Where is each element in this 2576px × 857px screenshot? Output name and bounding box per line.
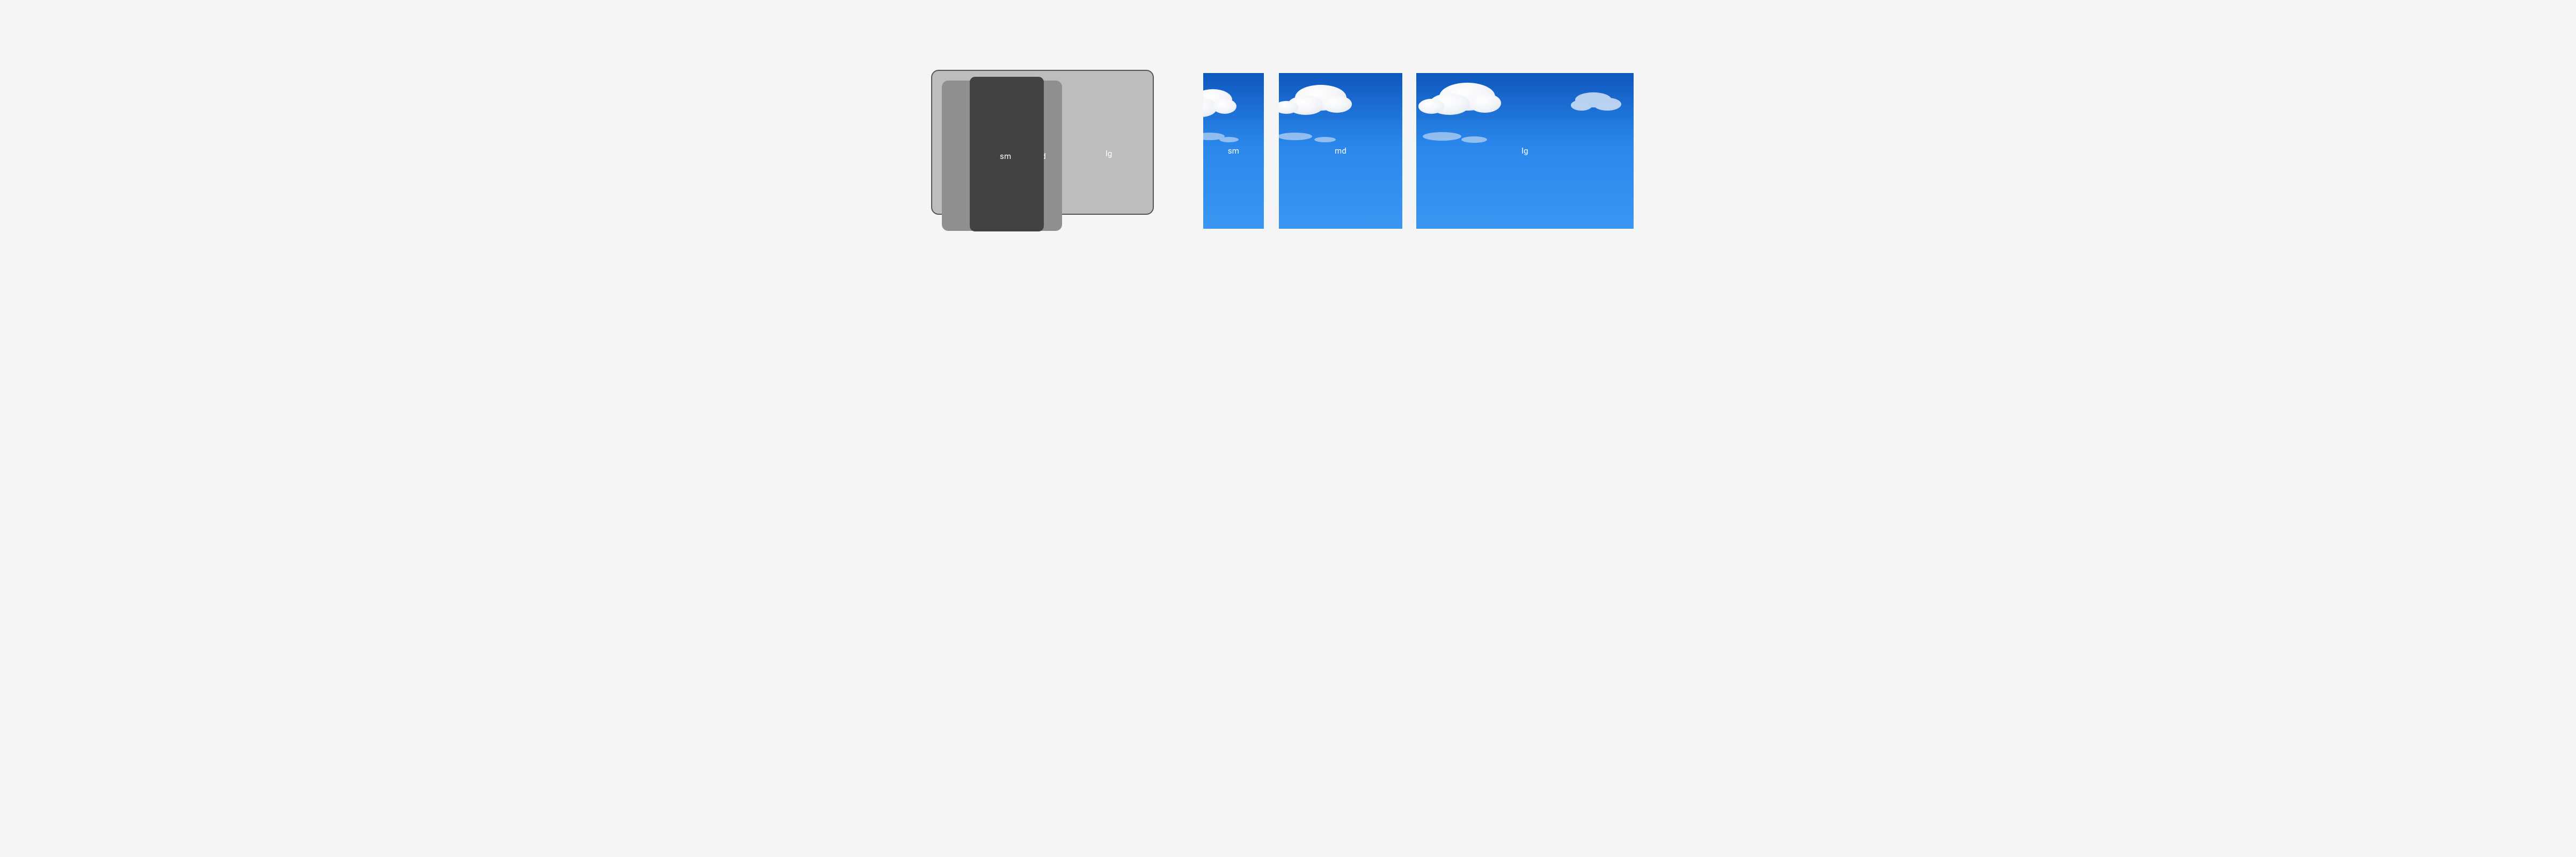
sky-tile-sm: sm	[1203, 73, 1264, 229]
size-label-lg: lg	[1106, 149, 1112, 158]
sky-tile-md: md	[1279, 73, 1402, 229]
size-frame-sm: sm	[970, 77, 1044, 231]
size-label-sm: sm	[1000, 151, 1011, 161]
sky-label-sm: sm	[1228, 146, 1239, 156]
diagram-stage: lg md sm	[859, 0, 1717, 286]
sky-label-md: md	[1335, 146, 1346, 156]
sky-tile-lg: lg	[1416, 73, 1634, 229]
sky-label-lg: lg	[1521, 146, 1528, 156]
